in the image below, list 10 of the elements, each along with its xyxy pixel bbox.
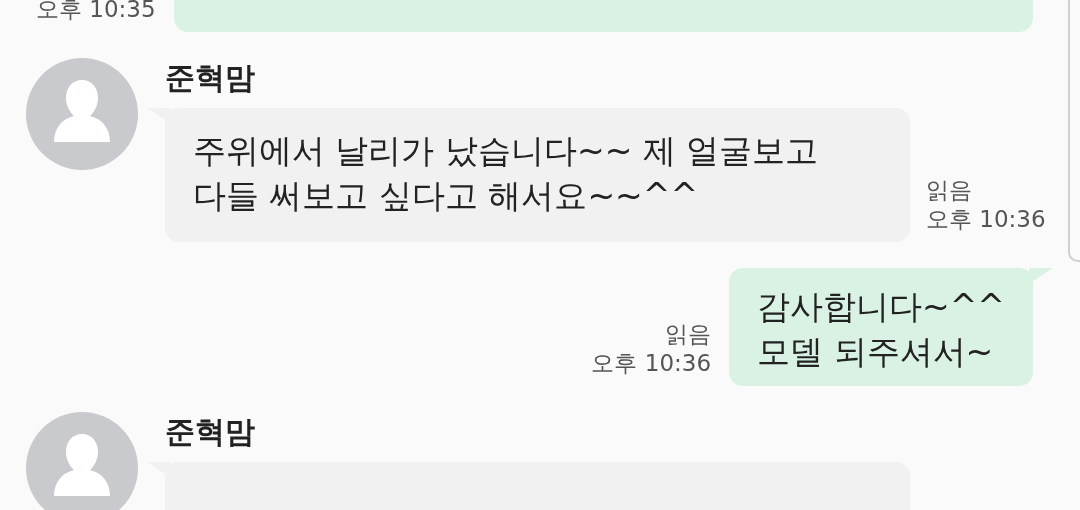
- sender-name: 준혁맘: [165, 414, 255, 450]
- avatar-icon: [26, 412, 138, 510]
- message-time: 오후 10:36: [926, 205, 1046, 234]
- message-time: 오후 10:35: [36, 0, 156, 24]
- message-time: 오후 10:36: [591, 349, 712, 378]
- avatar-icon: [26, 58, 138, 170]
- read-status: 읽음: [665, 320, 712, 349]
- bubble-tail: [1029, 268, 1053, 284]
- sender-name: 준혁맘: [165, 60, 255, 96]
- read-status: 읽음: [926, 176, 972, 205]
